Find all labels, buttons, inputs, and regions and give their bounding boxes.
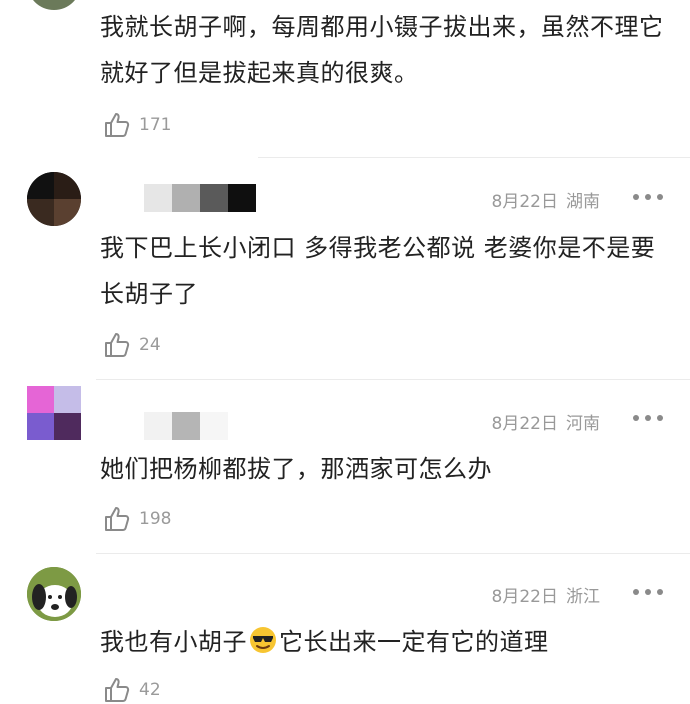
- comment-text: 我也有小胡子 它长出来一定有它的道理: [100, 619, 670, 665]
- more-button[interactable]: [633, 408, 663, 428]
- comment-text: 我就长胡子啊，每周都用小镊子拔出来，虽然不理它就好了但是拔起来真的很爽。: [100, 13, 664, 87]
- avatar[interactable]: [27, 386, 81, 440]
- comment-date: 8月22日: [491, 192, 558, 212]
- like-count: 171: [139, 115, 172, 135]
- comment-text-part: 我也有小胡子: [100, 628, 247, 656]
- divider: [96, 379, 690, 380]
- thumbs-up-icon: [103, 331, 131, 359]
- comment-meta: 8月22日 河南: [492, 409, 600, 434]
- more-button[interactable]: [633, 187, 663, 207]
- like-button[interactable]: 42: [103, 676, 161, 704]
- comment-meta: 8月22日 浙江: [492, 582, 600, 607]
- comment-text: 我下巴上长小闭口 多得我老公都说 老婆你是不是要长胡子了: [100, 234, 656, 308]
- like-count: 24: [139, 335, 161, 355]
- username-mosaic: [144, 412, 228, 440]
- comment-location: 河南: [566, 414, 600, 434]
- avatar[interactable]: [27, 0, 81, 10]
- avatar[interactable]: [27, 172, 81, 226]
- comment-text-part: 它长出来一定有它的道理: [279, 628, 549, 656]
- like-button[interactable]: 24: [103, 331, 161, 359]
- comment-text: 她们把杨柳都拔了，那洒家可怎么办: [100, 455, 492, 483]
- more-button[interactable]: [633, 582, 663, 602]
- thumbs-up-icon: [103, 111, 131, 139]
- avatar[interactable]: [27, 567, 81, 621]
- divider: [258, 157, 690, 158]
- sunglasses-emoji-icon: [249, 623, 277, 653]
- like-button[interactable]: 171: [103, 111, 171, 139]
- username-mosaic: [144, 184, 256, 212]
- thumbs-up-icon: [103, 505, 131, 533]
- like-count: 42: [139, 680, 161, 700]
- divider: [96, 553, 690, 554]
- snoopy-avatar-icon: [27, 567, 81, 621]
- comment-date: 8月22日: [491, 587, 558, 607]
- like-button[interactable]: 198: [103, 505, 171, 533]
- comment-location: 湖南: [566, 192, 600, 212]
- thumbs-up-icon: [103, 676, 131, 704]
- comment-meta: 8月22日 湖南: [492, 187, 600, 212]
- like-count: 198: [139, 509, 172, 529]
- comment-location: 浙江: [566, 587, 600, 607]
- comment-date: 8月22日: [491, 414, 558, 434]
